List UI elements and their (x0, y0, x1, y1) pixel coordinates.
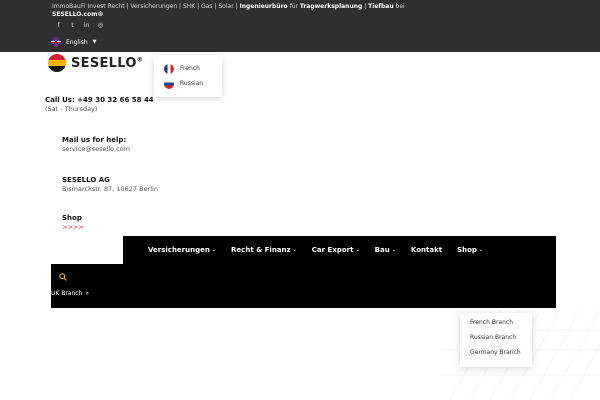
call-us-hours: (Sat - Thursday) (45, 105, 98, 113)
branch-current: UK Branch (51, 290, 83, 297)
call-us-block: Call Us: +49 30 32 66 58 44 (Sat - Thurs… (45, 96, 154, 114)
nav-recht-finanz[interactable]: Recht & Finanz ⌄ (231, 246, 297, 254)
tagline-structural[interactable]: Tragwerksplanung (300, 3, 362, 10)
nav-car-export[interactable]: Car Export ⌄ (312, 246, 360, 254)
language-dropdown: French Russian (154, 55, 222, 97)
chevron-down-icon: ▼ (92, 39, 97, 45)
shop-arrows[interactable]: >>>> (62, 223, 84, 232)
chevron-down-icon: ⌄ (355, 247, 360, 253)
logo-text: SESELLO® (71, 55, 144, 71)
russian-flag-icon (164, 78, 174, 89)
french-flag-icon (164, 63, 174, 74)
facebook-icon[interactable]: f (55, 21, 62, 29)
language-selector[interactable]: English ▼ (51, 37, 97, 47)
branch-selector[interactable]: UK Branch » (51, 290, 89, 297)
chevron-down-icon: ⌄ (292, 247, 297, 253)
shop-title[interactable]: Shop (62, 214, 84, 223)
mail-address[interactable]: service@sesello.com (62, 145, 130, 154)
language-option-french[interactable]: French (164, 61, 222, 76)
top-bar-tagline: ImmoBauFi Invest Recht | Versicherungen … (52, 2, 572, 11)
nav-versicherungen[interactable]: Versicherungen ⌄ (148, 246, 216, 254)
chevron-down-icon: ⌄ (211, 247, 217, 253)
twitter-icon[interactable]: t (69, 21, 76, 29)
company-address: Bismarckstr. 87, 10627 Berlin (62, 185, 158, 193)
language-option-russian[interactable]: Russian (164, 76, 222, 91)
instagram-icon[interactable]: ◎ (97, 21, 104, 29)
branch-dropdown: French Branch Russian Branch Germany Bra… (460, 313, 532, 367)
top-bar-brand[interactable]: SESELLO.com® (52, 11, 103, 18)
tagline-engineering[interactable]: Ingenieurbüro (240, 3, 288, 10)
uk-flag-icon (51, 37, 61, 47)
mail-title: Mail us for help: (62, 136, 127, 144)
language-option-label: French (180, 65, 200, 72)
company-title: SESELLO AG (62, 176, 110, 184)
branch-option-germany[interactable]: Germany Branch (470, 348, 532, 363)
tagline-separator: | (364, 3, 367, 10)
nav-shop[interactable]: Shop ⌄ (457, 246, 483, 254)
chevron-down-icon: ⌄ (391, 247, 396, 253)
mail-block: Mail us for help: service@sesello.com (62, 136, 130, 154)
branch-option-russian[interactable]: Russian Branch (470, 333, 532, 348)
main-nav: Versicherungen ⌄ Recht & Finanz ⌄ Car Expo… (123, 236, 556, 264)
nav-bau[interactable]: Bau ⌄ (375, 246, 396, 254)
language-option-label: Russian (180, 80, 204, 87)
double-chevron-down-icon: » (85, 290, 90, 297)
linkedin-icon[interactable]: in (83, 21, 90, 29)
call-us-title[interactable]: Call Us: +49 30 32 66 58 44 (45, 96, 154, 105)
search-icon[interactable] (59, 273, 67, 281)
site-logo[interactable]: SESELLO® (48, 54, 143, 72)
tagline-prefix: ImmoBauFi Invest Recht | Versicherungen … (52, 3, 238, 10)
branch-option-french[interactable]: French Branch (470, 318, 532, 333)
page: ImmoBauFi Invest Recht | Versicherungen … (0, 0, 600, 400)
tagline-at: bei (395, 3, 405, 10)
tagline-civil[interactable]: Tiefbau (368, 3, 393, 10)
logo-mark-icon (48, 54, 66, 72)
language-label: English (66, 38, 88, 46)
shop-block: Shop >>>> (62, 214, 84, 232)
tagline-for: für (289, 3, 298, 10)
chevron-down-icon: ⌄ (478, 247, 484, 253)
social-links: f t in ◎ (55, 21, 104, 29)
company-block: SESELLO AG Bismarckstr. 87, 10627 Berlin (62, 176, 158, 194)
nav-kontakt[interactable]: Kontakt (411, 246, 442, 254)
